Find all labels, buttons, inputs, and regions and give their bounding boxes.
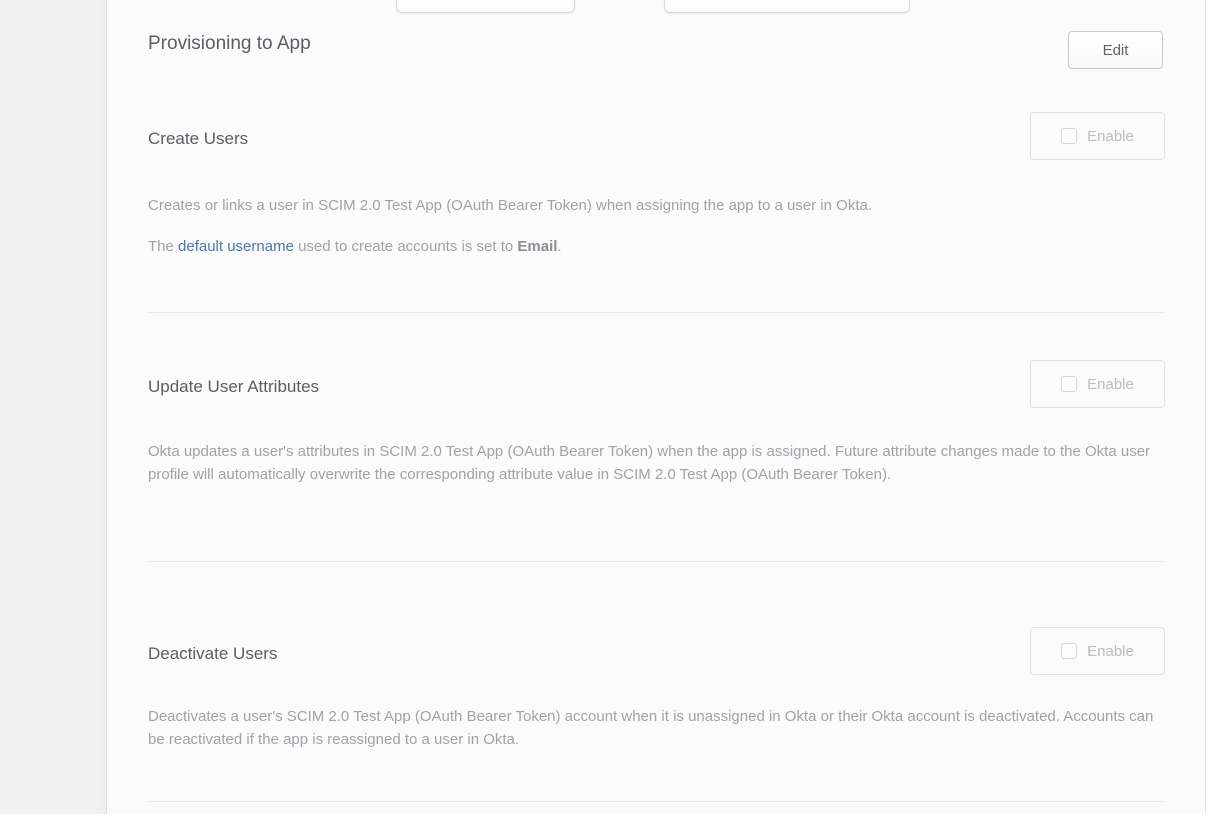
- enable-label: Enable: [1087, 643, 1134, 660]
- left-sidebar-rail: [0, 0, 107, 814]
- page-title: Provisioning to App: [148, 33, 311, 55]
- enable-label: Enable: [1087, 376, 1134, 393]
- enable-checkbox[interactable]: [1061, 128, 1077, 144]
- truncated-top-box-2[interactable]: [664, 0, 910, 13]
- truncated-top-box-1[interactable]: [396, 0, 575, 13]
- edit-button[interactable]: Edit: [1068, 31, 1163, 69]
- username-value: Email: [517, 238, 557, 255]
- username-line-suffix: .: [557, 238, 561, 255]
- section-divider: [148, 561, 1164, 562]
- username-line-middle: used to create accounts is set to: [294, 238, 517, 255]
- enable-toggle-create-users[interactable]: Enable: [1030, 112, 1165, 160]
- enable-label: Enable: [1087, 128, 1134, 145]
- section-title-create-users: Create Users: [148, 129, 248, 149]
- enable-checkbox[interactable]: [1061, 643, 1077, 659]
- enable-toggle-deactivate-users[interactable]: Enable: [1030, 627, 1165, 675]
- section-title-update-user-attributes: Update User Attributes: [148, 377, 319, 397]
- update-user-attributes-description: Okta updates a user's attributes in SCIM…: [148, 440, 1168, 486]
- section-divider: [148, 312, 1164, 313]
- section-title-deactivate-users: Deactivate Users: [148, 644, 277, 664]
- default-username-line: The default username used to create acco…: [148, 235, 1168, 258]
- default-username-link[interactable]: default username: [178, 238, 294, 255]
- enable-toggle-update-user-attributes[interactable]: Enable: [1030, 360, 1165, 408]
- section-divider: [148, 801, 1164, 802]
- enable-checkbox[interactable]: [1061, 376, 1077, 392]
- create-users-description: Creates or links a user in SCIM 2.0 Test…: [148, 194, 1168, 217]
- provisioning-panel: Provisioning to App Edit Create Users En…: [108, 0, 1206, 814]
- deactivate-users-description: Deactivates a user's SCIM 2.0 Test App (…: [148, 705, 1168, 751]
- username-line-prefix: The: [148, 238, 178, 255]
